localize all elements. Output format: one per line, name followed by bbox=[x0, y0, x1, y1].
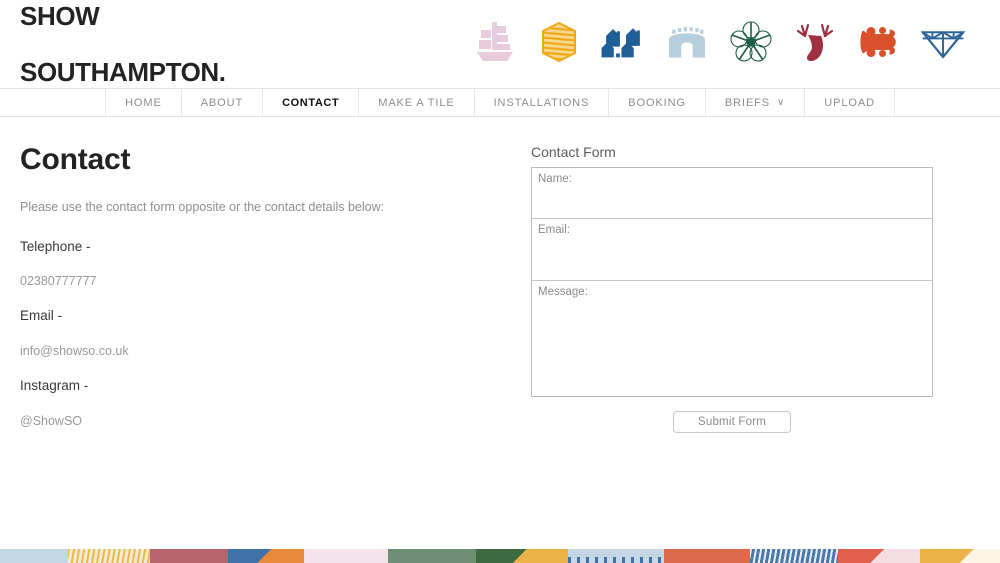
telephone-label: Telephone - bbox=[20, 238, 91, 254]
tile-sage-green bbox=[388, 549, 476, 563]
tile-terracotta bbox=[664, 549, 750, 563]
nav-item-installations[interactable]: INSTALLATIONS bbox=[473, 89, 609, 116]
tile-gold-arrows bbox=[920, 549, 1000, 563]
tile-pale-blue bbox=[0, 549, 68, 563]
nav-label: INSTALLATIONS bbox=[493, 96, 590, 109]
main-content: Contact Please use the contact form oppo… bbox=[0, 117, 1000, 447]
submit-row: Submit Form bbox=[531, 411, 933, 433]
intro-text: Please use the contact form opposite or … bbox=[20, 200, 385, 214]
nav-label: MAKE A TILE bbox=[378, 96, 455, 109]
nav-item-contact[interactable]: CONTACT bbox=[262, 89, 358, 116]
nav-label: BOOKING bbox=[628, 96, 686, 109]
name-input[interactable] bbox=[532, 168, 932, 218]
nav-label: UPLOAD bbox=[824, 96, 875, 109]
tile-amber bbox=[476, 549, 568, 563]
email-input[interactable] bbox=[532, 219, 932, 280]
nav-label: BRIEFS bbox=[724, 96, 771, 109]
flower-icon bbox=[728, 18, 774, 66]
stag-icon bbox=[792, 18, 838, 66]
hay-bale-icon bbox=[536, 18, 582, 66]
contact-form-column: Contact Form Name: Email: Message: Submi… bbox=[520, 143, 980, 433]
tile-cream-stripes bbox=[68, 549, 150, 563]
email-field-wrapper[interactable]: Email: bbox=[532, 219, 932, 281]
bridge-truss-icon bbox=[920, 18, 966, 66]
name-field-wrapper[interactable]: Name: bbox=[532, 168, 932, 219]
contact-form: Name: Email: Message: bbox=[531, 167, 933, 397]
nav-item-make-a-tile[interactable]: MAKE A TILE bbox=[358, 89, 473, 116]
page-title: Contact bbox=[20, 143, 131, 176]
site-logo[interactable]: SHOW SOUTHAMPTON. bbox=[20, 0, 226, 114]
nav-item-briefs[interactable]: BRIEFS ∨ bbox=[704, 89, 804, 116]
footer-tile-strip bbox=[0, 549, 1000, 563]
tile-pink-hearts bbox=[838, 549, 920, 563]
tile-orange-blue bbox=[228, 549, 304, 563]
contact-form-title: Contact Form bbox=[531, 144, 616, 160]
nav-item-booking[interactable]: BOOKING bbox=[608, 89, 705, 116]
houses-icon bbox=[600, 18, 646, 66]
message-field-wrapper[interactable]: Message: bbox=[532, 281, 932, 396]
logo-line-2: SOUTHAMPTON. bbox=[20, 57, 226, 88]
tile-pale-blue-2 bbox=[568, 549, 664, 563]
telephone-value[interactable]: 02380777777 bbox=[20, 273, 520, 289]
bargate-icon bbox=[664, 18, 710, 66]
puzzle-icon bbox=[856, 18, 902, 66]
submit-form-button[interactable]: Submit Form bbox=[672, 411, 792, 433]
brand-icon-row bbox=[472, 18, 966, 66]
chevron-down-icon: ∨ bbox=[777, 97, 786, 108]
message-input[interactable] bbox=[532, 281, 932, 396]
site-header: SHOW SOUTHAMPTON. bbox=[0, 0, 1000, 88]
instagram-label: Instagram - bbox=[20, 378, 89, 394]
email-label: Email - bbox=[20, 308, 63, 324]
email-value[interactable]: info@showso.co.uk bbox=[20, 343, 520, 359]
ship-icon bbox=[472, 18, 518, 66]
contact-details-column: Contact Please use the contact form oppo… bbox=[20, 143, 520, 447]
nav-item-upload[interactable]: UPLOAD bbox=[804, 89, 895, 116]
tile-blush bbox=[304, 549, 388, 563]
tile-rose bbox=[150, 549, 228, 563]
tile-steel-blue bbox=[750, 549, 838, 563]
logo-line-1: SHOW bbox=[20, 0, 100, 31]
nav-label: CONTACT bbox=[282, 96, 340, 109]
instagram-value[interactable]: @ShowSO bbox=[20, 413, 520, 429]
